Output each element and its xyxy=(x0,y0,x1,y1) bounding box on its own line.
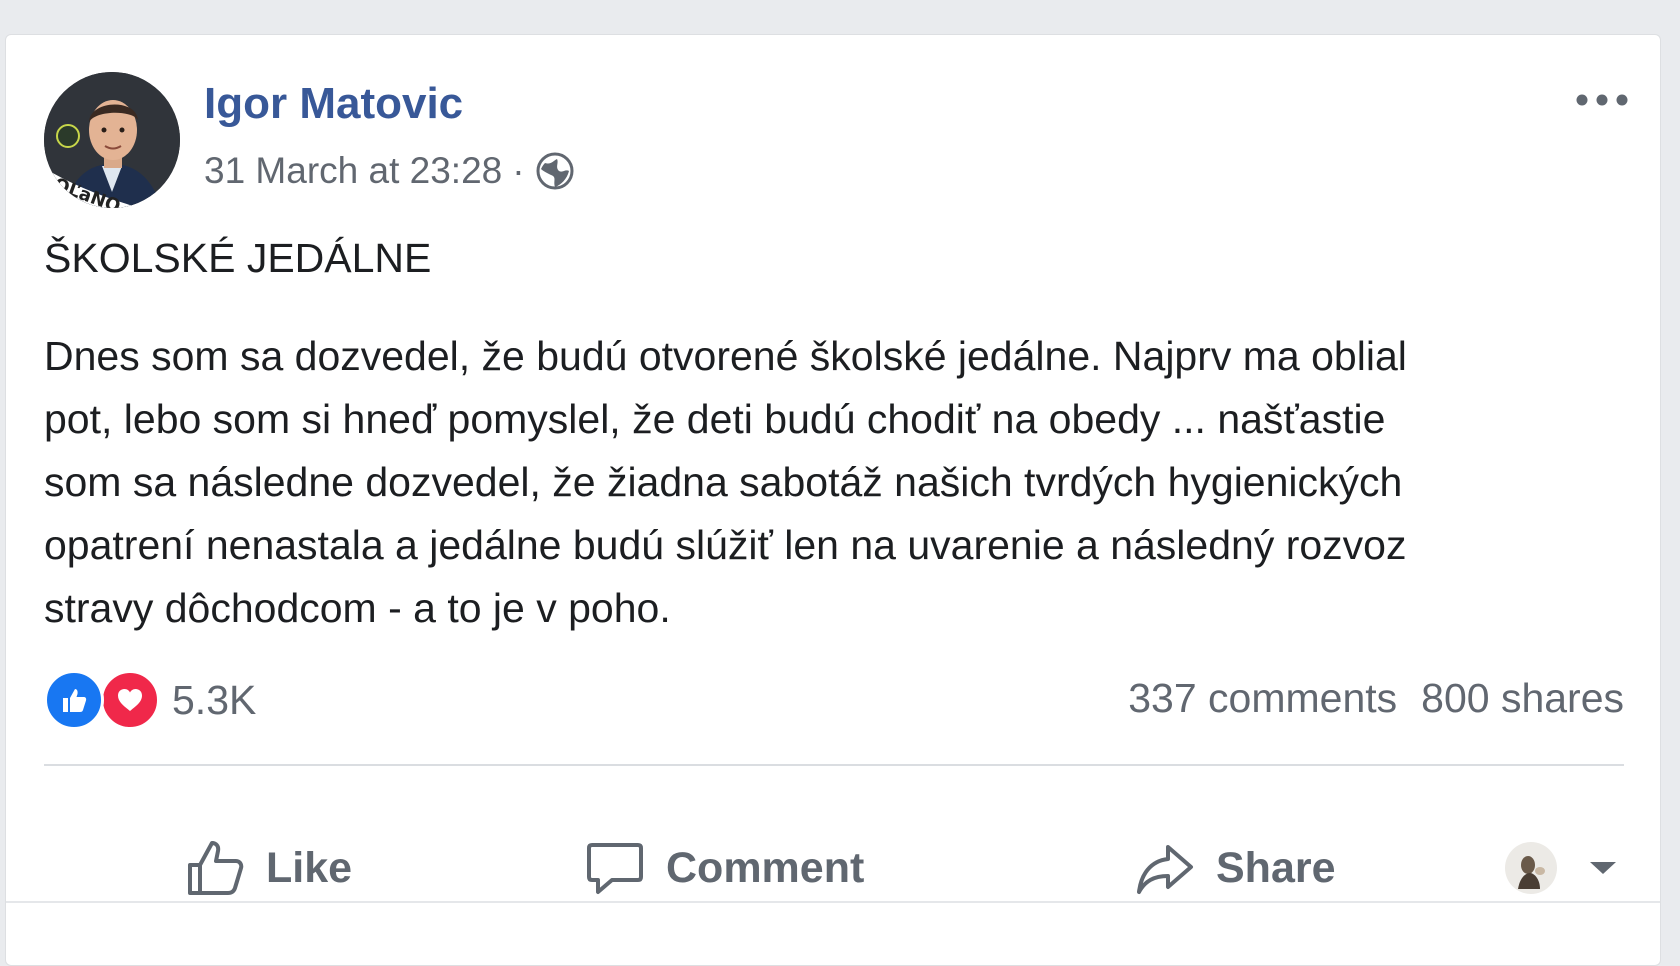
comment-bubble-icon xyxy=(587,843,643,894)
post-body-line: som sa následne dozvedel, že žiadna sabo… xyxy=(44,459,1403,505)
globe-icon[interactable] xyxy=(535,151,575,191)
post-body-line: stravy dôchodcom - a to je v poho. xyxy=(44,585,671,631)
comment-label: Comment xyxy=(666,843,865,892)
engagement-counts: 337 comments 800 shares xyxy=(1128,675,1624,722)
meta-separator: · xyxy=(512,150,525,191)
post-body: Dnes som sa dozvedel, že budú otvorené š… xyxy=(44,325,1644,640)
profile-thumbnail-icon xyxy=(1505,842,1557,894)
like-label: Like xyxy=(266,843,353,892)
reactions-summary[interactable]: 5.3K xyxy=(44,670,256,730)
author-avatar[interactable]: OĽaNO xyxy=(44,72,180,208)
post-meta: 31 March at 23:28 · xyxy=(204,150,575,192)
love-reaction-icon xyxy=(100,670,160,730)
share-arrow-icon xyxy=(1137,845,1193,894)
post-card: OĽaNO Igor Matovic 31 March at 23:28 · Š… xyxy=(5,34,1661,966)
author-name[interactable]: Igor Matovic xyxy=(204,79,463,129)
reaction-count: 5.3K xyxy=(172,676,257,723)
like-reaction-icon xyxy=(44,670,104,730)
chevron-down-icon xyxy=(1590,862,1616,874)
shares-count-link[interactable]: 800 shares xyxy=(1421,675,1624,721)
post-body-line: opatrení nenastala a jedálne budú slúžiť… xyxy=(44,522,1407,568)
more-options-icon[interactable] xyxy=(1572,85,1632,115)
post-body-line: Dnes som sa dozvedel, že budú otvorené š… xyxy=(44,333,1407,379)
comments-count-link[interactable]: 337 comments xyxy=(1128,675,1397,721)
post-actions-bar: Like Comment Share xyxy=(44,803,1624,933)
thumbs-up-icon xyxy=(188,841,244,895)
post-as-selector[interactable] xyxy=(1504,803,1620,933)
share-label: Share xyxy=(1216,843,1336,892)
like-button[interactable]: Like xyxy=(184,803,352,933)
actions-divider xyxy=(44,764,1624,766)
share-button[interactable]: Share xyxy=(1134,803,1336,933)
comments-divider xyxy=(6,901,1660,903)
post-timestamp[interactable]: 31 March at 23:28 xyxy=(204,150,502,192)
post-body-line: pot, lebo som si hneď pomyslel, že deti … xyxy=(44,396,1386,442)
post-title: ŠKOLSKÉ JEDÁLNE xyxy=(44,235,432,281)
comment-button[interactable]: Comment xyxy=(584,803,864,933)
